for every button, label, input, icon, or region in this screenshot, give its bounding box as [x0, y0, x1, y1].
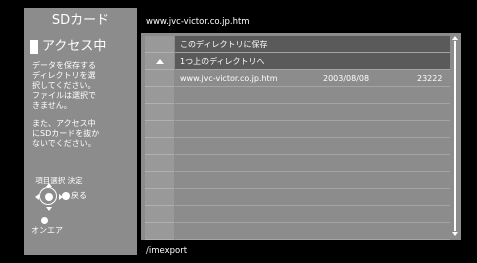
dpad-icon	[35, 183, 63, 211]
row-gutter-cell	[145, 53, 174, 70]
scroll-track[interactable]	[454, 41, 456, 231]
list-item-name: 1つ上のディレクトリへ	[180, 57, 265, 66]
list-item[interactable]: このディレクトリに保存	[175, 36, 450, 53]
status-marker-icon	[30, 40, 38, 54]
dpad-left-icon	[35, 194, 39, 200]
help-text: データを保存する ディレクトリを選 択してください。 ファイルは選択で きません…	[32, 61, 128, 157]
access-status-label: アクセス中	[42, 39, 107, 54]
row-gutter-cell	[145, 104, 174, 121]
empty-row[interactable]	[175, 138, 450, 155]
empty-row[interactable]	[175, 104, 450, 121]
list-item-date: 2003/08/08	[323, 74, 370, 83]
path-bar: /imexport	[141, 243, 461, 260]
controls-label: 項目選択 決定	[35, 176, 83, 185]
empty-row[interactable]	[175, 189, 450, 206]
file-list: このディレクトリに保存 1つ上のディレクトリへ www.jvc-victor.co.…	[141, 33, 461, 240]
onair-button-icon	[41, 217, 48, 224]
up-arrow-icon	[156, 59, 164, 64]
file-rows: このディレクトリに保存 1つ上のディレクトリへ www.jvc-victor.co.…	[175, 36, 450, 240]
list-item-size: 23222	[417, 74, 443, 83]
list-item[interactable]: 1つ上のディレクトリへ	[175, 53, 450, 70]
row-gutter-cell	[145, 189, 174, 206]
url-bar: www.jvc-victor.co.jp.htm	[141, 13, 461, 32]
list-item-name: このディレクトリに保存	[180, 40, 268, 49]
list-item-name: www.jvc-victor.co.jp.htm	[180, 74, 278, 83]
empty-row[interactable]	[175, 121, 450, 138]
row-gutter-cell	[145, 138, 174, 155]
row-gutter-cell	[145, 87, 174, 104]
row-gutter-cell	[145, 121, 174, 138]
empty-row[interactable]	[175, 206, 450, 223]
scrollbar[interactable]	[452, 36, 458, 236]
empty-row[interactable]	[175, 172, 450, 189]
empty-row[interactable]	[175, 87, 450, 104]
row-gutter-cell	[145, 155, 174, 172]
help-text-warning: また、アクセス中 にSDカードを抜か ないでください。	[32, 119, 100, 148]
row-gutter-cell	[145, 70, 174, 87]
row-gutter-cell	[145, 206, 174, 223]
row-gutter-cell	[145, 223, 174, 240]
empty-row[interactable]	[175, 155, 450, 172]
back-label: 戻る	[71, 191, 87, 200]
row-gutter-cell	[145, 36, 174, 53]
scroll-down-icon[interactable]	[452, 232, 458, 236]
help-text-save: データを保存する ディレクトリを選 択してください。 ファイルは選択で きません…	[32, 61, 96, 110]
list-item[interactable]: www.jvc-victor.co.jp.htm 2003/08/08 23222	[175, 70, 450, 87]
dpad-down-icon	[46, 207, 52, 211]
access-status: アクセス中	[30, 38, 106, 56]
row-gutter	[145, 36, 174, 240]
panel-title: SDカード	[51, 13, 110, 28]
dpad-center-icon	[45, 193, 53, 201]
back-button-icon	[62, 192, 70, 200]
dpad-up-icon	[46, 183, 52, 187]
scroll-up-icon[interactable]	[452, 36, 458, 40]
row-gutter-cell	[145, 172, 174, 189]
empty-row[interactable]	[175, 223, 450, 240]
onair-label: オンエア	[31, 226, 63, 235]
sd-card-screen: SDカード アクセス中 データを保存する ディレクトリを選 択してください。 フ…	[0, 0, 477, 263]
